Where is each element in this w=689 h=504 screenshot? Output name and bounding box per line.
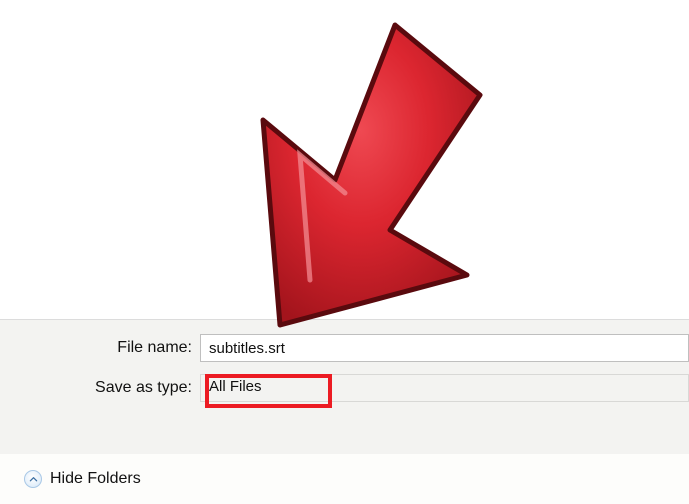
savetype-value: All Files <box>209 378 262 395</box>
filename-label: File name: <box>0 339 200 357</box>
dialog-footer: Hide Folders <box>0 454 689 504</box>
hide-folders-label: Hide Folders <box>50 470 141 488</box>
savetype-label: Save as type: <box>0 379 200 397</box>
save-form-area: File name: Save as type: All Files <box>0 320 689 454</box>
file-browser-area <box>0 0 689 320</box>
savetype-row: Save as type: All Files <box>0 374 689 402</box>
filename-row: File name: <box>0 334 689 362</box>
savetype-select[interactable]: All Files <box>200 374 689 402</box>
chevron-up-icon <box>24 470 42 488</box>
filename-input[interactable] <box>200 334 689 362</box>
hide-folders-button[interactable]: Hide Folders <box>24 470 141 488</box>
